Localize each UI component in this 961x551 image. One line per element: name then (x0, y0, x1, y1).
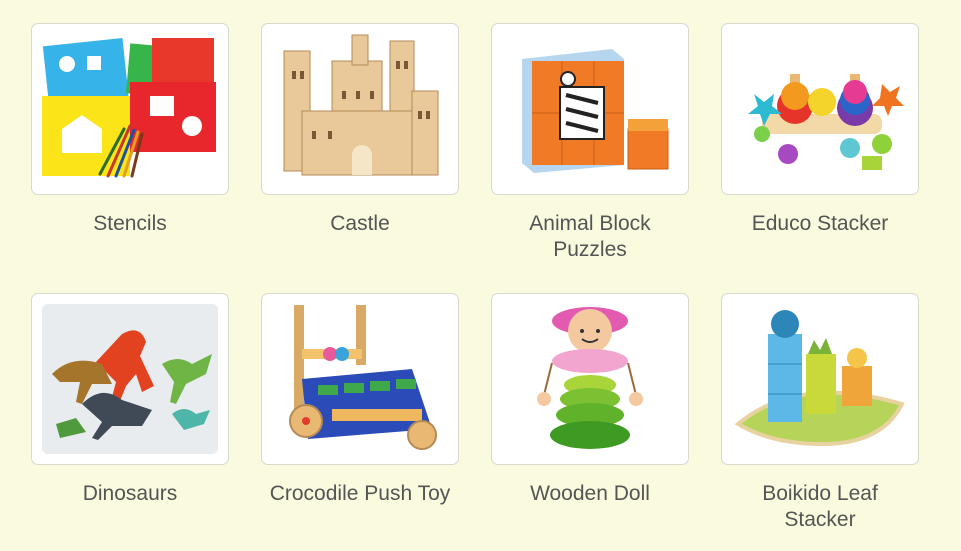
product-label[interactable]: Stencils (31, 211, 229, 237)
wooden-doll-image[interactable] (491, 293, 689, 465)
product-label[interactable]: Crocodile Push Toy (261, 481, 459, 507)
educo-stacker-image[interactable] (721, 23, 919, 195)
product-label[interactable]: Boikido Leaf Stacker (721, 481, 919, 533)
product-label[interactable]: Dinosaurs (31, 481, 229, 507)
product-label[interactable]: Castle (261, 211, 459, 237)
product-card-educo-stacker[interactable]: Educo Stacker (721, 23, 919, 237)
product-card-wooden-doll[interactable]: Wooden Doll (491, 293, 689, 507)
product-card-dinosaurs[interactable]: Dinosaurs (31, 293, 229, 507)
animal-block-puzzle-image[interactable] (491, 23, 689, 195)
castle-image[interactable] (261, 23, 459, 195)
stencils-image[interactable] (31, 23, 229, 195)
dinosaurs-image[interactable] (31, 293, 229, 465)
product-label[interactable]: Wooden Doll (491, 481, 689, 507)
product-card-animal-block-puzzles[interactable]: Animal Block Puzzles (491, 23, 689, 263)
crocodile-push-toy-image[interactable] (261, 293, 459, 465)
product-card-boikido-leaf-stacker[interactable]: Boikido Leaf Stacker (721, 293, 919, 533)
boikido-leaf-stacker-image[interactable] (721, 293, 919, 465)
product-label[interactable]: Educo Stacker (721, 211, 919, 237)
product-card-stencils[interactable]: Stencils (31, 23, 229, 237)
product-grid: Stencils Castle Animal Block Puzzles Edu… (0, 0, 961, 551)
product-card-castle[interactable]: Castle (261, 23, 459, 237)
product-label[interactable]: Animal Block Puzzles (491, 211, 689, 263)
product-card-crocodile-push-toy[interactable]: Crocodile Push Toy (261, 293, 459, 507)
